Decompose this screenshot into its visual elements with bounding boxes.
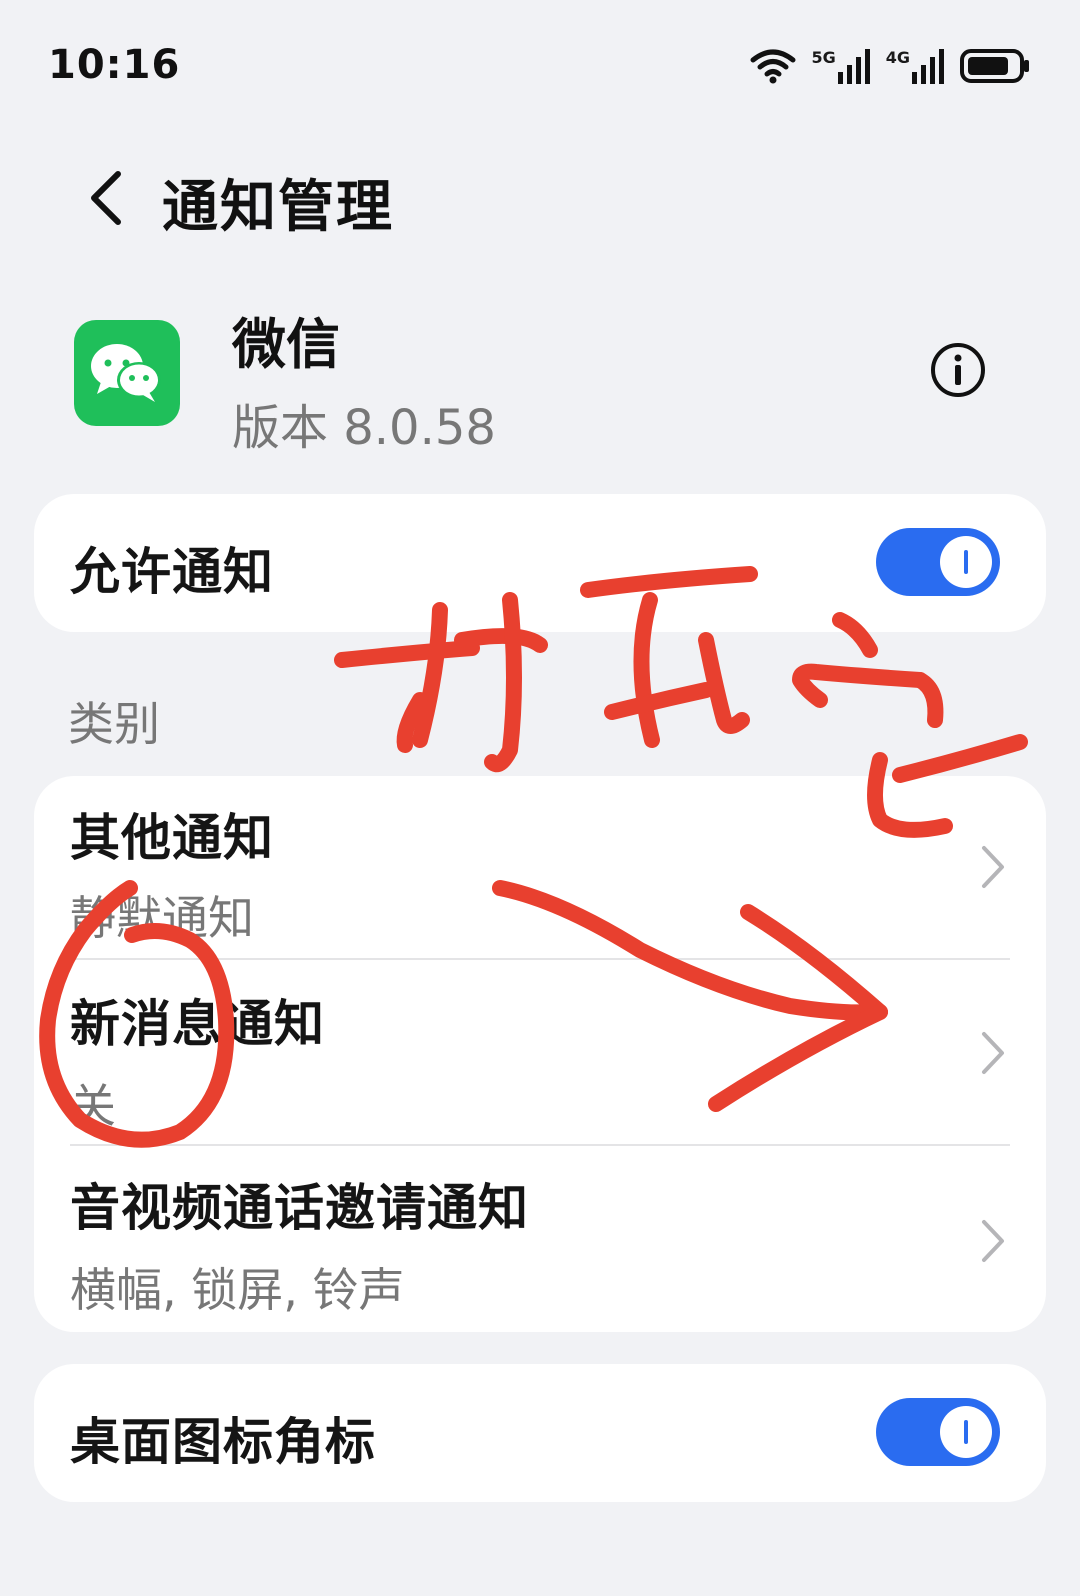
- app-version: 版本 8.0.58: [232, 400, 496, 456]
- categories-card: 其他通知 静默通知 新消息通知 关 音视频通话邀请通知 横幅, 锁屏, 铃声: [34, 776, 1046, 1332]
- signal-4g-icon: 4G: [886, 48, 946, 84]
- info-icon: [931, 343, 985, 397]
- battery-icon: [960, 49, 1029, 83]
- allow-notifications-label: 允许通知: [70, 543, 274, 601]
- chevron-right-icon: [982, 1220, 1004, 1262]
- network-type-4g: 4G: [885, 48, 910, 67]
- desktop-badge-label: 桌面图标角标: [70, 1413, 376, 1471]
- info-button[interactable]: [930, 342, 986, 398]
- category-status: 静默通知: [70, 891, 254, 945]
- status-time: 10:16: [48, 42, 181, 88]
- category-status: 关: [70, 1079, 116, 1133]
- desktop-badge-card: 桌面图标角标: [34, 1364, 1046, 1502]
- category-label: 其他通知: [70, 809, 274, 867]
- section-label-categories: 类别: [68, 697, 160, 751]
- status-icons: 5G 4G: [749, 46, 1032, 86]
- wifi-icon: [750, 49, 796, 84]
- app-name: 微信: [232, 313, 340, 376]
- chevron-left-icon: [91, 171, 121, 225]
- toggle-knob: [940, 536, 992, 588]
- chevron-right-icon: [982, 846, 1004, 888]
- category-row-other[interactable]: 其他通知 静默通知: [34, 776, 1046, 958]
- category-label: 新消息通知: [70, 995, 325, 1053]
- page-title: 通知管理: [162, 175, 394, 240]
- category-row-new-message[interactable]: 新消息通知 关: [34, 960, 1046, 1144]
- signal-5g-icon: 5G: [811, 48, 871, 84]
- allow-notifications-toggle[interactable]: [876, 528, 1000, 596]
- category-status: 横幅, 锁屏, 铃声: [70, 1263, 405, 1317]
- chevron-right-icon: [982, 1032, 1004, 1074]
- desktop-badge-toggle[interactable]: [876, 1398, 1000, 1466]
- wechat-icon: [74, 320, 180, 426]
- category-row-av-call[interactable]: 音视频通话邀请通知 横幅, 锁屏, 铃声: [34, 1146, 1046, 1332]
- back-button[interactable]: [76, 158, 136, 238]
- toggle-knob: [940, 1406, 992, 1458]
- network-type-5g: 5G: [811, 48, 836, 67]
- status-bar: 10:16 5G 4G: [0, 0, 1080, 130]
- category-label: 音视频通话邀请通知: [70, 1179, 529, 1237]
- allow-notifications-card: 允许通知: [34, 494, 1046, 632]
